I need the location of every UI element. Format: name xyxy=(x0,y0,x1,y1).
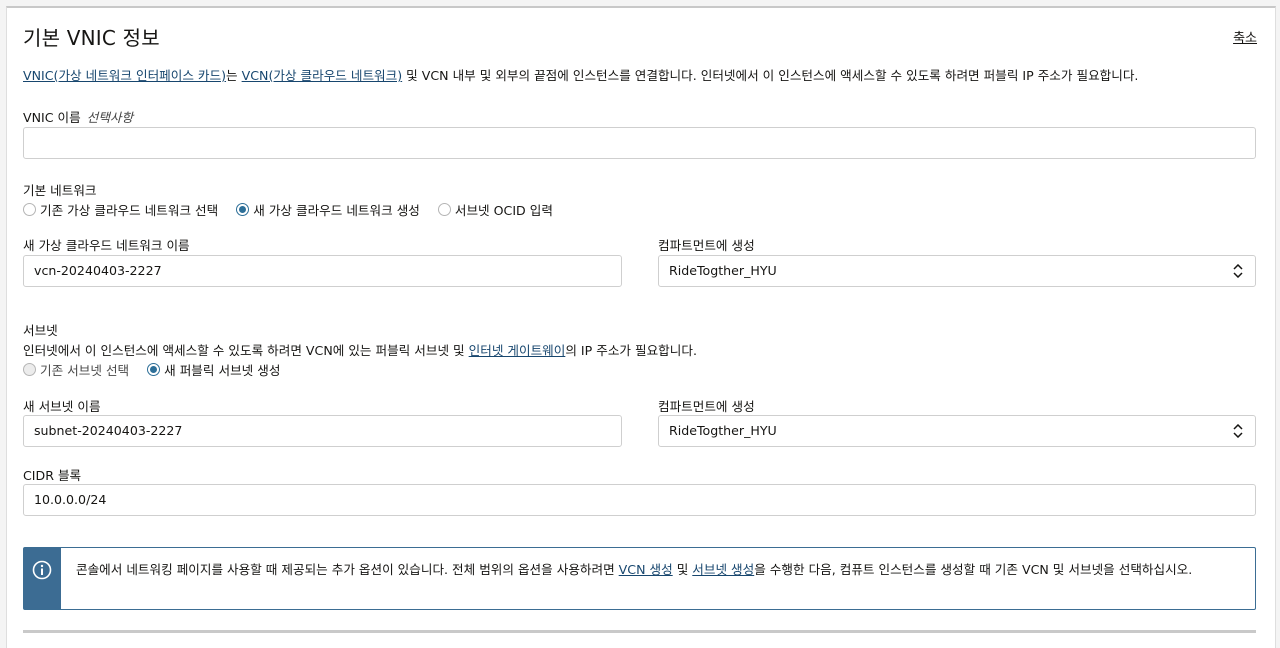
radio-selected-icon xyxy=(236,203,250,216)
select-chevrons-icon xyxy=(1233,264,1243,278)
primary-network-radio-group: 기존 가상 클라우드 네트워크 선택 새 가상 클라우드 네트워크 생성 서브넷… xyxy=(23,200,571,219)
radio-existing-vcn-label: 기존 가상 클라우드 네트워크 선택 xyxy=(40,203,219,218)
section-title: 기본 VNIC 정보 xyxy=(23,26,160,50)
info-text-1: 콘솔에서 네트워킹 페이지를 사용할 때 제공되는 추가 옵션이 있습니다. 전… xyxy=(76,562,619,577)
primary-network-label: 기본 네트워크 xyxy=(23,183,97,198)
radio-existing-vcn[interactable]: 기존 가상 클라우드 네트워크 선택 xyxy=(23,200,218,219)
radio-disabled-icon xyxy=(23,363,36,376)
vcn-help-link[interactable]: VCN(가상 클라우드 네트워크) xyxy=(242,68,403,83)
description-text-2: 및 VCN 내부 및 외부의 끝점에 인스턴스를 연결합니다. 인터넷에서 이 … xyxy=(402,68,1139,83)
vnic-help-link[interactable]: VNIC(가상 네트워크 인터페이스 카드) xyxy=(23,68,226,83)
radio-new-public-subnet-label: 새 퍼블릭 서브넷 생성 xyxy=(164,363,281,378)
info-banner: 콘솔에서 네트워킹 페이지를 사용할 때 제공되는 추가 옵션이 있습니다. 전… xyxy=(23,547,1256,610)
new-subnet-name-label: 새 서브넷 이름 xyxy=(23,399,101,414)
subnet-compartment-select[interactable]: RideTogther_HYU xyxy=(658,415,1256,447)
vcn-compartment-value: RideTogther_HYU xyxy=(669,263,777,278)
radio-new-public-subnet[interactable]: 새 퍼블릭 서브넷 생성 xyxy=(147,360,280,379)
subnet-help-text-2: 의 IP 주소가 필요합니다. xyxy=(565,343,697,358)
section-divider xyxy=(23,630,1256,633)
cidr-block-label: CIDR 블록 xyxy=(23,468,82,483)
cidr-block-input[interactable]: 10.0.0.0/24 xyxy=(23,484,1256,516)
radio-new-vcn-label: 새 가상 클라우드 네트워크 생성 xyxy=(253,203,420,218)
subnet-radio-group: 기존 서브넷 선택 새 퍼블릭 서브넷 생성 xyxy=(23,360,298,379)
vnic-name-input[interactable] xyxy=(23,127,1256,159)
subnet-help-text: 인터넷에서 이 인스턴스에 액세스할 수 있도록 하려면 VCN에 있는 퍼블릭… xyxy=(23,340,697,359)
radio-new-vcn[interactable]: 새 가상 클라우드 네트워크 생성 xyxy=(236,200,420,219)
radio-subnet-ocid[interactable]: 서브넷 OCID 입력 xyxy=(437,200,553,219)
new-subnet-name-input[interactable]: subnet-20240403-2227 xyxy=(23,415,622,447)
radio-selected-icon xyxy=(147,363,161,376)
vnic-name-label-text: VNIC 이름 xyxy=(23,110,81,125)
subnet-label: 서브넷 xyxy=(23,323,58,338)
create-subnet-link[interactable]: 서브넷 생성 xyxy=(692,562,754,577)
section-description: VNIC(가상 네트워크 인터페이스 카드)는 VCN(가상 클라우드 네트워크… xyxy=(23,65,1138,84)
collapse-link[interactable]: 축소 xyxy=(1233,27,1257,46)
vcn-compartment-select[interactable]: RideTogther_HYU xyxy=(658,255,1256,287)
info-banner-text: 콘솔에서 네트워킹 페이지를 사용할 때 제공되는 추가 옵션이 있습니다. 전… xyxy=(76,560,1236,579)
radio-subnet-ocid-label: 서브넷 OCID 입력 xyxy=(454,203,553,218)
info-banner-side xyxy=(24,548,61,609)
radio-circle-icon xyxy=(437,203,451,216)
create-vcn-link[interactable]: VCN 생성 xyxy=(619,562,673,577)
info-icon xyxy=(32,560,52,580)
info-text-2: 및 xyxy=(672,562,693,577)
vnic-info-panel: 기본 VNIC 정보 축소 VNIC(가상 네트워크 인터페이스 카드)는 VC… xyxy=(6,6,1276,648)
description-text-1: 는 xyxy=(226,68,242,83)
new-vcn-name-label: 새 가상 클라우드 네트워크 이름 xyxy=(23,238,190,253)
radio-existing-subnet-label: 기존 서브넷 선택 xyxy=(40,363,130,378)
subnet-help-text-1: 인터넷에서 이 인스턴스에 액세스할 수 있도록 하려면 VCN에 있는 퍼블릭… xyxy=(23,343,469,358)
vcn-compartment-label: 컴파트먼트에 생성 xyxy=(658,238,755,253)
vnic-name-label: VNIC 이름 선택사항 xyxy=(23,107,133,126)
subnet-compartment-value: RideTogther_HYU xyxy=(669,423,777,438)
new-vcn-name-input[interactable]: vcn-20240403-2227 xyxy=(23,255,622,287)
subnet-compartment-label: 컴파트먼트에 생성 xyxy=(658,399,755,414)
optional-hint: 선택사항 xyxy=(86,110,134,125)
radio-existing-subnet[interactable]: 기존 서브넷 선택 xyxy=(23,360,129,379)
info-text-3: 을 수행한 다음, 컴퓨트 인스턴스를 생성할 때 기존 VCN 및 서브넷을 … xyxy=(754,562,1193,577)
internet-gateway-link[interactable]: 인터넷 게이트웨이 xyxy=(469,343,566,358)
radio-circle-icon xyxy=(23,203,36,216)
select-chevrons-icon xyxy=(1233,424,1243,438)
